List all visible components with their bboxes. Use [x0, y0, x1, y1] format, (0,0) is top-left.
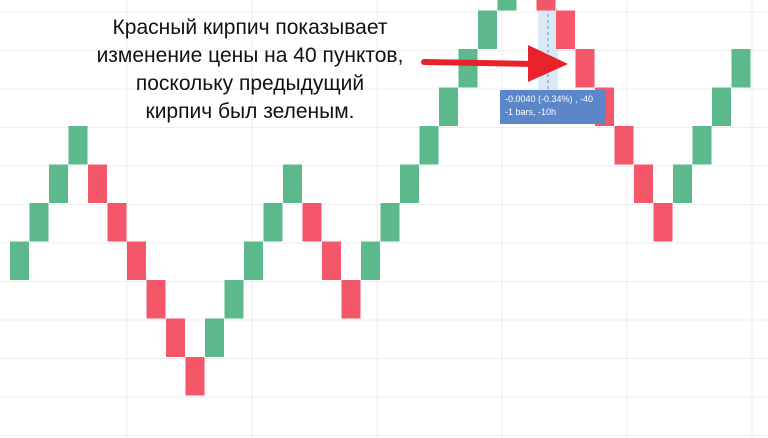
renko-brick-up [497, 0, 517, 11]
renko-brick-down [185, 357, 205, 396]
renko-brick-down [166, 318, 185, 357]
renko-brick-down [614, 126, 634, 165]
renko-brick-up [68, 126, 88, 165]
renko-brick-down [146, 280, 166, 319]
renko-brick-up [712, 87, 731, 126]
renko-brick-down [556, 10, 575, 49]
annotation-line-3: поскольку предыдущий [135, 72, 365, 95]
tooltip-line-1: -0.0040 (-0.34%) , -40 [505, 94, 594, 104]
renko-brick-up [478, 10, 497, 49]
renko-brick-down [322, 241, 341, 280]
renko-brick-up [283, 164, 302, 203]
renko-brick-up [400, 164, 419, 203]
renko-brick-up [49, 164, 68, 203]
renko-brick-up [692, 126, 712, 165]
renko-brick-down [634, 164, 653, 203]
renko-brick-up [731, 49, 751, 88]
renko-brick-down [653, 203, 673, 242]
renko-brick-up [224, 280, 244, 319]
renko-brick-up [205, 318, 224, 357]
annotation-line-4: кирпич был зеленым. [145, 100, 355, 123]
renko-brick-down [88, 164, 107, 203]
renko-brick-up [10, 241, 29, 280]
renko-brick-down [575, 49, 595, 88]
renko-brick-up [244, 241, 263, 280]
renko-brick-up [458, 49, 478, 88]
renko-brick-up [419, 126, 439, 165]
renko-brick-up [380, 203, 400, 242]
renko-brick-down [341, 280, 361, 319]
annotation-text: Красный кирпич показывает изменение цены… [40, 14, 460, 126]
annotation-line-2: изменение цены на 40 пунктов, [96, 44, 404, 67]
price-change-tooltip: -0.0040 (-0.34%) , -40 -1 bars, -10h [500, 90, 606, 124]
renko-brick-down [302, 203, 322, 242]
renko-brick-down-highlighted [536, 0, 556, 11]
renko-brick-up [29, 203, 49, 242]
renko-brick-down [127, 241, 146, 280]
renko-brick-up [361, 241, 380, 280]
renko-brick-up [673, 164, 692, 203]
tooltip-line-2: -1 bars, -10h [505, 107, 557, 117]
renko-brick-up [263, 203, 283, 242]
annotation-line-1: Красный кирпич показывает [112, 16, 388, 39]
renko-brick-down [107, 203, 127, 242]
